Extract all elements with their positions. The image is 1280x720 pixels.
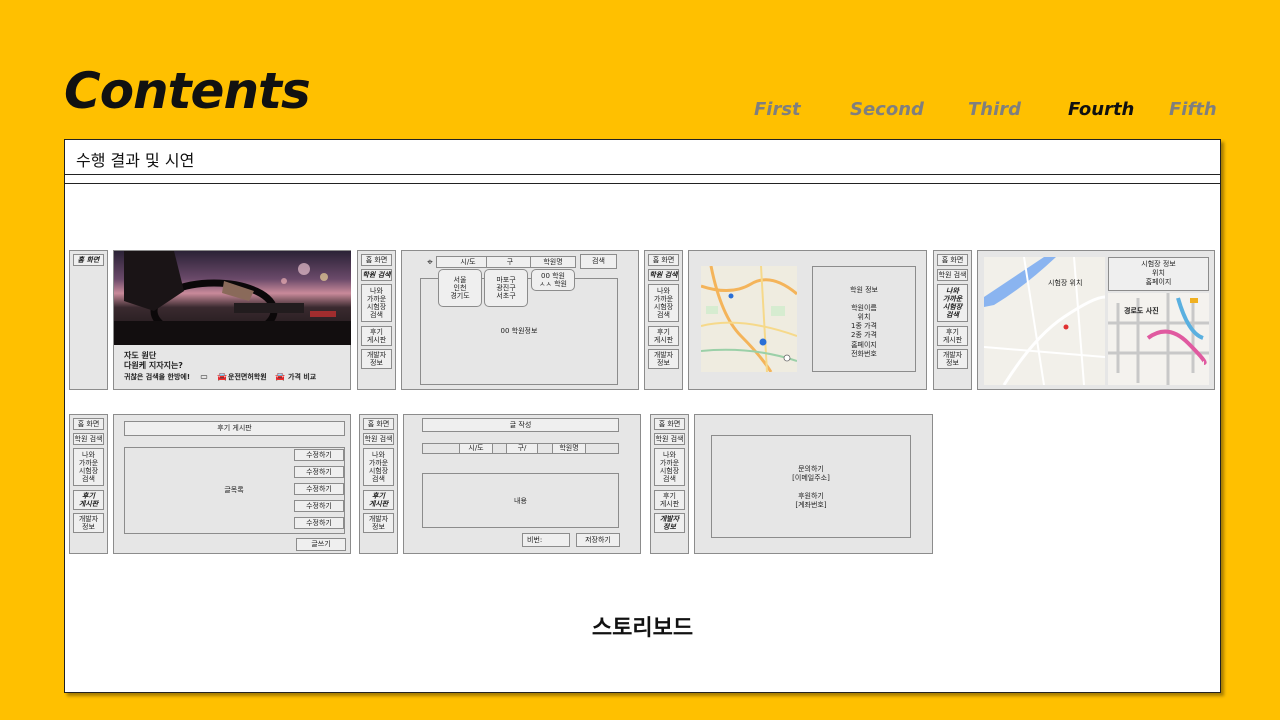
car-icon: 🚘 xyxy=(275,372,285,381)
search-button[interactable]: 검색 xyxy=(580,254,617,269)
write-button[interactable]: 글쓰기 xyxy=(296,538,346,551)
edit-button[interactable]: 수정하기 xyxy=(294,449,344,461)
exam-map-label: 시험장 위치 xyxy=(1048,279,1083,287)
edit-button[interactable]: 수정하기 xyxy=(294,483,344,495)
sidebar-home-button[interactable]: 홈 화면 xyxy=(361,254,392,266)
hero-line-1: 자도 원단 xyxy=(124,351,157,360)
detail-sidebar: 홈 화면 학원 검색 나와 가까운 시험장 검색 후기 게시판 개발자 정보 xyxy=(644,250,683,390)
edit-button[interactable]: 수정하기 xyxy=(294,517,344,529)
sidebar-search-button[interactable]: 학원 검색 xyxy=(654,433,685,445)
academy-dropdown[interactable]: 학원명 xyxy=(530,256,576,268)
sidebar-dev-button[interactable]: 개발자 정보 xyxy=(648,349,679,369)
sidebar-home-button[interactable]: 홈 화면 xyxy=(73,254,104,266)
nav-third[interactable]: Third xyxy=(968,99,1021,120)
academy-options-list[interactable]: 00 학원 ㅅㅅ 학원 xyxy=(531,269,575,291)
map-illustration xyxy=(701,266,797,372)
sidebar-nearby-button[interactable]: 나와 가까운 시험장 검색 xyxy=(361,284,392,322)
driving-school-link[interactable]: 운전면허학원 xyxy=(228,373,278,382)
exam-map-illustration xyxy=(984,257,1105,385)
save-button[interactable]: 저장하기 xyxy=(576,533,620,547)
developer-info-text: 문의하기 [이메일주소] 후원하기 [계좌번호] xyxy=(792,465,830,510)
sidebar-reviews-button[interactable]: 후기 게시판 xyxy=(73,490,104,510)
exam-center-map[interactable] xyxy=(984,257,1105,385)
price-compare-link[interactable]: 가격 비교 xyxy=(288,373,328,382)
academy-info-text: 학원 정보 학원이름 위치 1종 가격 2종 가격 홈페이지 전화번호 xyxy=(850,286,878,358)
sidebar-home-button[interactable]: 홈 화면 xyxy=(937,254,968,266)
city-options-list[interactable]: 서울 인천 경기도 xyxy=(438,269,482,307)
district-dropdown[interactable]: 구 xyxy=(486,256,534,268)
write-post-screen: 글 작성 시/도 구/ 학원명 내용 비번: 저장하기 xyxy=(403,414,641,554)
card-heading: 수행 결과 및 시연 xyxy=(65,140,1220,175)
academy-result-text: 00 학원정보 xyxy=(500,327,538,335)
sidebar-search-button[interactable]: 학원 검색 xyxy=(73,433,104,445)
review-board-screen: 후기 게시판 글목록 수정하기 수정하기 수정하기 수정하기 수정하기 글쓰기 xyxy=(113,414,351,554)
sidebar-dev-button[interactable]: 개발자 정보 xyxy=(73,513,104,533)
sidebar-nearby-button[interactable]: 나와 가까운 시험장 검색 xyxy=(363,448,394,486)
board-title: 후기 게시판 xyxy=(124,421,345,436)
sidebar-reviews-button[interactable]: 후기 게시판 xyxy=(648,326,679,346)
developer-info-screen: 문의하기 [이메일주소] 후원하기 [계좌번호] xyxy=(694,414,933,554)
car-interior-illustration xyxy=(114,251,351,345)
location-target-icon[interactable]: ⌖ xyxy=(424,256,436,269)
nav-second[interactable]: Second xyxy=(850,99,924,120)
sidebar-nearby-button[interactable]: 나와 가까운 시험장 검색 xyxy=(73,448,104,486)
academy-map[interactable] xyxy=(701,266,797,372)
hero-line-2: 다원케 지자지는? xyxy=(124,361,183,370)
district-options-list[interactable]: 마포구 광진구 서초구 xyxy=(484,269,528,307)
page-title: Contents xyxy=(64,62,311,120)
dev-sidebar: 홈 화면 학원 검색 나와 가까운 시험장 검색 후기 게시판 개발자 정보 xyxy=(650,414,689,554)
route-label: 경로도 사진 xyxy=(1124,307,1159,315)
sidebar-search-button[interactable]: 학원 검색 xyxy=(937,269,968,281)
sidebar-nearby-button[interactable]: 나와 가까운 시험장 검색 xyxy=(654,448,685,486)
sidebar-reviews-button[interactable]: 후기 게시판 xyxy=(654,490,685,510)
search-screen: ⌖ 시/도 구 학원명 검색 서울 인천 경기도 마포구 광진구 서초구 00 … xyxy=(401,250,639,390)
edit-button[interactable]: 수정하기 xyxy=(294,500,344,512)
nav-first[interactable]: First xyxy=(754,99,801,120)
sidebar-dev-button[interactable]: 개발자 정보 xyxy=(937,349,968,369)
sidebar-search-button[interactable]: 학원 검색 xyxy=(361,269,392,281)
write-city-dropdown[interactable]: 시/도 xyxy=(459,443,493,454)
write-district-dropdown[interactable]: 구/ xyxy=(506,443,538,454)
driving-hero-image xyxy=(114,251,351,345)
nav-fifth[interactable]: Fifth xyxy=(1169,99,1217,120)
sidebar-nearby-button[interactable]: 나와 가까운 시험장 검색 xyxy=(937,284,968,322)
exam-sidebar: 홈 화면 학원 검색 나와 가까운 시험장 검색 후기 게시판 개발자 정보 xyxy=(933,250,972,390)
password-input[interactable]: 비번: xyxy=(522,533,570,547)
exam-center-screen: 시험장 위치 시험장 정보 위치 홈페이지 경로도 사진 xyxy=(977,250,1215,390)
sidebar-home-button[interactable]: 홈 화면 xyxy=(654,418,685,430)
nav-fourth[interactable]: Fourth xyxy=(1068,99,1134,120)
write-academy-dropdown[interactable]: 학원명 xyxy=(552,443,586,454)
car-icon: 🚘 xyxy=(217,372,227,381)
exam-info-text: 시험장 정보 위치 홈페이지 xyxy=(1141,260,1176,287)
sidebar-reviews-button[interactable]: 후기 게시판 xyxy=(937,326,968,346)
sidebar-search-button[interactable]: 학원 검색 xyxy=(648,269,679,281)
sidebar-dev-button[interactable]: 개발자 정보 xyxy=(361,349,392,369)
home-sidebar: 홈 화면 xyxy=(69,250,108,390)
storyboard-caption: 스토리보드 xyxy=(591,616,694,641)
sidebar-nearby-button[interactable]: 나와 가까운 시험장 검색 xyxy=(648,284,679,322)
sidebar-reviews-button[interactable]: 후기 게시판 xyxy=(363,490,394,510)
sidebar-home-button[interactable]: 홈 화면 xyxy=(73,418,104,430)
search-sidebar: 홈 화면 학원 검색 나와 가까운 시험장 검색 후기 게시판 개발자 정보 xyxy=(357,250,396,390)
edit-button[interactable]: 수정하기 xyxy=(294,466,344,478)
chat-icon: ▭ xyxy=(200,372,208,381)
sidebar-dev-button[interactable]: 개발자 정보 xyxy=(363,513,394,533)
academy-detail-screen: 학원 정보 학원이름 위치 1종 가격 2종 가격 홈페이지 전화번호 xyxy=(688,250,927,390)
board-sidebar: 홈 화면 학원 검색 나와 가까운 시험장 검색 후기 게시판 개발자 정보 xyxy=(69,414,108,554)
sidebar-reviews-button[interactable]: 후기 게시판 xyxy=(361,326,392,346)
content-label: 내용 xyxy=(514,497,527,505)
sidebar-home-button[interactable]: 홈 화면 xyxy=(648,254,679,266)
sidebar-home-button[interactable]: 홈 화면 xyxy=(363,418,394,430)
sidebar-dev-button[interactable]: 개발자 정보 xyxy=(654,513,685,533)
write-title: 글 작성 xyxy=(422,418,619,432)
write-sidebar: 홈 화면 학원 검색 나와 가까운 시험장 검색 후기 게시판 개발자 정보 xyxy=(359,414,398,554)
heading-divider xyxy=(65,183,1220,184)
post-list-label: 글목록 xyxy=(224,486,244,494)
home-screen: 자도 원단 다원케 지자지는? 귀찮은 검색을 한방에! ▭ 🚘 운전면허학원 … xyxy=(113,250,351,390)
sidebar-search-button[interactable]: 학원 검색 xyxy=(363,433,394,445)
